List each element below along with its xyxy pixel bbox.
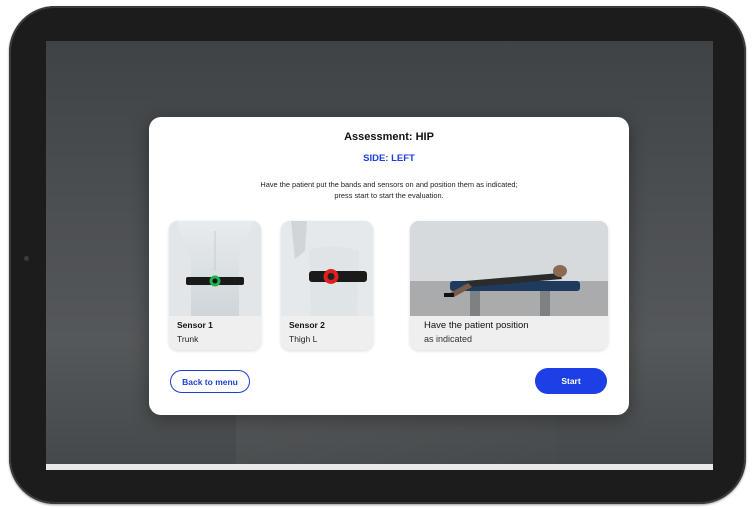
screen-bottom-bar	[46, 464, 713, 470]
instruction-line-2: press start to start the evaluation.	[334, 191, 444, 200]
back-to-menu-button[interactable]: Back to menu	[170, 370, 250, 393]
assessment-dialog: Assessment: HIP SIDE: LEFT Have the pati…	[149, 117, 629, 415]
position-title: Have the patient position	[424, 320, 529, 331]
sensor-2-location: Thigh L	[289, 334, 318, 344]
patient-photo	[410, 221, 608, 316]
sensor-2-title: Sensor 2	[289, 320, 325, 330]
dialog-title: Assessment: HIP	[344, 131, 434, 143]
instruction-text: Have the patient put the bands and senso…	[209, 179, 569, 201]
start-button[interactable]: Start	[535, 368, 607, 394]
torso-illustration	[169, 221, 261, 316]
sensor-1-location: Trunk	[177, 334, 199, 344]
thigh-illustration	[281, 221, 373, 316]
sensor-1-title: Sensor 1	[177, 320, 213, 330]
side-label: SIDE: LEFT	[363, 153, 415, 164]
tablet-frame: Assessment: HIP SIDE: LEFT Have the pati…	[9, 6, 746, 504]
position-subtitle: as indicated	[424, 334, 473, 344]
instruction-line-1: Have the patient put the bands and senso…	[260, 180, 518, 189]
patient-position-photo	[410, 221, 608, 316]
patient-position-card: Have the patient position as indicated	[410, 221, 608, 350]
camera-icon	[24, 256, 29, 261]
sensor-band-icon	[281, 221, 373, 316]
sensor-1-card: Sensor 1 Trunk	[169, 221, 261, 350]
app-screen: Assessment: HIP SIDE: LEFT Have the pati…	[46, 41, 713, 470]
sensor-2-card: Sensor 2 Thigh L	[281, 221, 373, 350]
sensor-band-icon	[169, 221, 261, 316]
